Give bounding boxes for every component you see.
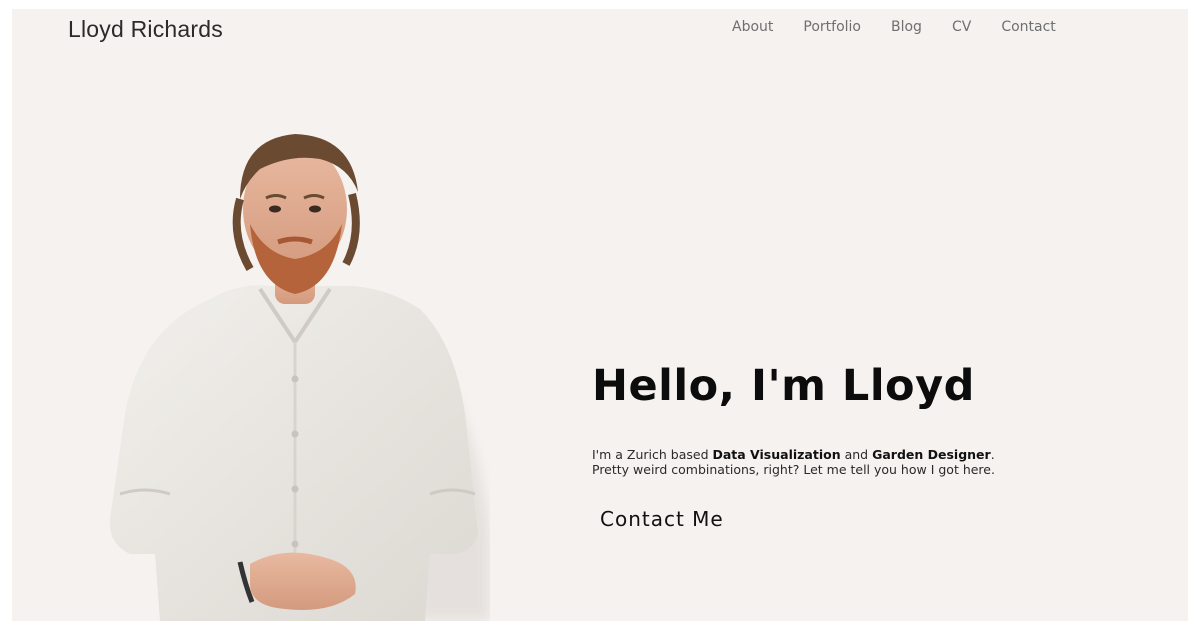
role-data-visualization: Data Visualization	[712, 447, 841, 462]
nav-blog[interactable]: Blog	[891, 19, 922, 35]
nav-about[interactable]: About	[732, 19, 773, 35]
intro-line-2: Pretty weird combinations, right? Let me…	[592, 462, 995, 477]
intro-mid: and	[840, 447, 873, 462]
contact-me-button[interactable]: Contact Me	[600, 507, 724, 531]
hero-title: Hello, I'm Lloyd	[592, 361, 975, 411]
nav-cv[interactable]: CV	[952, 19, 971, 35]
site-logo-text[interactable]: Lloyd Richards	[68, 16, 223, 43]
page: Lloyd Richards About Portfolio Blog CV C…	[12, 9, 1188, 621]
nav-contact[interactable]: Contact	[1001, 19, 1055, 35]
intro-suffix: .	[990, 447, 995, 462]
nav-portfolio[interactable]: Portfolio	[803, 19, 861, 35]
intro-prefix: I'm a Zurich based	[592, 447, 713, 462]
main-nav: About Portfolio Blog CV Contact	[732, 19, 1056, 35]
hero-intro: I'm a Zurich based Data Visualization an…	[592, 447, 1112, 477]
portrait-illustration	[109, 134, 490, 621]
role-garden-designer: Garden Designer	[872, 447, 991, 462]
portrait-photo	[100, 114, 490, 621]
